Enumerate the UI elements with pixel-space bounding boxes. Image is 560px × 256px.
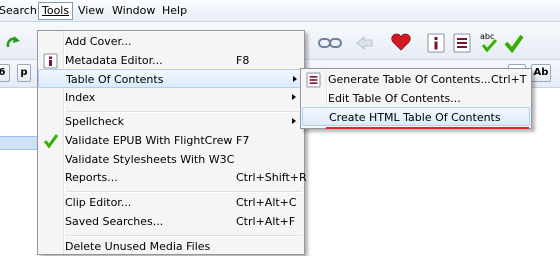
tools-menu: Add Cover... Metadata Editor... F8 Table… — [37, 30, 307, 256]
metadata-info-icon — [43, 53, 59, 69]
menu-item-validate-epub[interactable]: Validate EPUB With FlightCrew F7 — [40, 131, 302, 150]
book-browser-panel — [0, 88, 39, 249]
menu-item-label: Create HTML Table Of Contents — [329, 111, 501, 124]
toc-list-icon[interactable] — [453, 33, 471, 56]
redo-arrow-icon[interactable] — [4, 33, 22, 54]
menu-item-edit-toc[interactable]: Edit Table Of Contents... — [303, 89, 529, 108]
menu-item-shortcut: Ctrl+Shift+R — [236, 171, 307, 184]
menu-item-generate-toc[interactable]: Generate Table Of Contents... Ctrl+T — [303, 70, 529, 89]
menu-item-clip-editor[interactable]: Clip Editor... Ctrl+Alt+C — [40, 193, 302, 212]
menu-item-shortcut: F8 — [236, 54, 250, 67]
menu-item-shortcut: F7 — [236, 134, 250, 147]
case-label: Ab — [533, 67, 549, 78]
menu-item-reports[interactable]: Reports... Ctrl+Shift+R — [40, 168, 307, 187]
metadata-info-icon[interactable] — [427, 33, 445, 56]
menu-item-label: Add Cover... — [65, 35, 132, 48]
menu-view[interactable]: View — [75, 3, 107, 19]
menu-view-label: View — [78, 4, 105, 17]
menu-item-metadata-editor[interactable]: Metadata Editor... F8 — [40, 51, 302, 70]
back-arrow-icon[interactable] — [356, 35, 374, 54]
menu-item-label: Validate EPUB With FlightCrew — [65, 134, 233, 147]
link-icon[interactable] — [318, 36, 342, 53]
toc-list-icon — [306, 72, 322, 88]
menu-item-spellcheck[interactable]: Spellcheck — [40, 112, 302, 131]
menu-item-shortcut: Ctrl+Alt+F — [236, 215, 296, 228]
menu-item-label: Reports... — [65, 171, 118, 184]
green-check-icon[interactable] — [504, 33, 524, 56]
case-button[interactable]: Ab — [531, 64, 551, 82]
menu-item-add-cover[interactable]: Add Cover... — [40, 32, 302, 51]
svg-text:abc: abc — [480, 32, 494, 41]
menu-search[interactable]: Search — [0, 3, 40, 19]
heart-icon[interactable] — [391, 33, 411, 54]
menu-item-shortcut: Ctrl+T — [491, 73, 527, 86]
menu-item-create-html-toc[interactable]: Create HTML Table Of Contents — [302, 107, 530, 126]
menu-item-index[interactable]: Index — [40, 88, 302, 107]
menu-search-label: Search — [0, 4, 37, 17]
heading-6-label: 6 — [0, 67, 5, 78]
menu-tools[interactable]: Tools — [38, 2, 74, 20]
menu-item-label: Spellcheck — [65, 115, 125, 128]
menu-item-label: Saved Searches... — [65, 215, 164, 228]
submenu-arrow-icon — [293, 76, 297, 82]
menu-item-label: Delete Unused Media Files — [65, 240, 211, 253]
paragraph-button[interactable]: p — [17, 64, 31, 82]
menubar: Search Tools View Window Help — [0, 0, 560, 22]
menu-item-validate-stylesheets[interactable]: Validate Stylesheets With W3C — [40, 150, 302, 169]
menu-item-label: Metadata Editor... — [65, 54, 163, 67]
annotation-underline — [326, 127, 529, 129]
menu-item-label: Generate Table Of Contents... — [328, 73, 491, 86]
menu-help-label: Help — [162, 4, 188, 17]
menu-item-label: Validate Stylesheets With W3C — [65, 153, 235, 166]
green-check-icon — [43, 133, 59, 149]
menu-item-saved-searches[interactable]: Saved Searches... Ctrl+Alt+F — [40, 212, 302, 231]
menu-item-label: Table Of Contents — [66, 73, 164, 86]
paragraph-label: p — [20, 67, 28, 78]
menu-help[interactable]: Help — [159, 3, 190, 19]
submenu-arrow-icon — [292, 118, 296, 124]
spellcheck-abc-icon[interactable]: abc — [479, 31, 499, 56]
toc-submenu: Generate Table Of Contents... Ctrl+T Edi… — [300, 68, 532, 129]
menu-item-table-of-contents[interactable]: Table Of Contents — [38, 69, 304, 88]
menu-window-label: Window — [112, 4, 156, 17]
menu-item-label: Edit Table Of Contents... — [328, 92, 461, 105]
menu-item-delete-unused-media[interactable]: Delete Unused Media Files — [40, 237, 302, 256]
menu-tools-label: Tools — [42, 4, 70, 17]
menu-item-shortcut: Ctrl+Alt+C — [236, 196, 297, 209]
menu-item-label: Clip Editor... — [65, 196, 132, 209]
menu-window[interactable]: Window — [109, 3, 158, 19]
selected-file-row[interactable] — [0, 136, 38, 150]
submenu-arrow-icon — [292, 94, 296, 100]
menu-item-label: Index — [65, 91, 96, 104]
heading-6-button[interactable]: 6 — [0, 64, 10, 82]
